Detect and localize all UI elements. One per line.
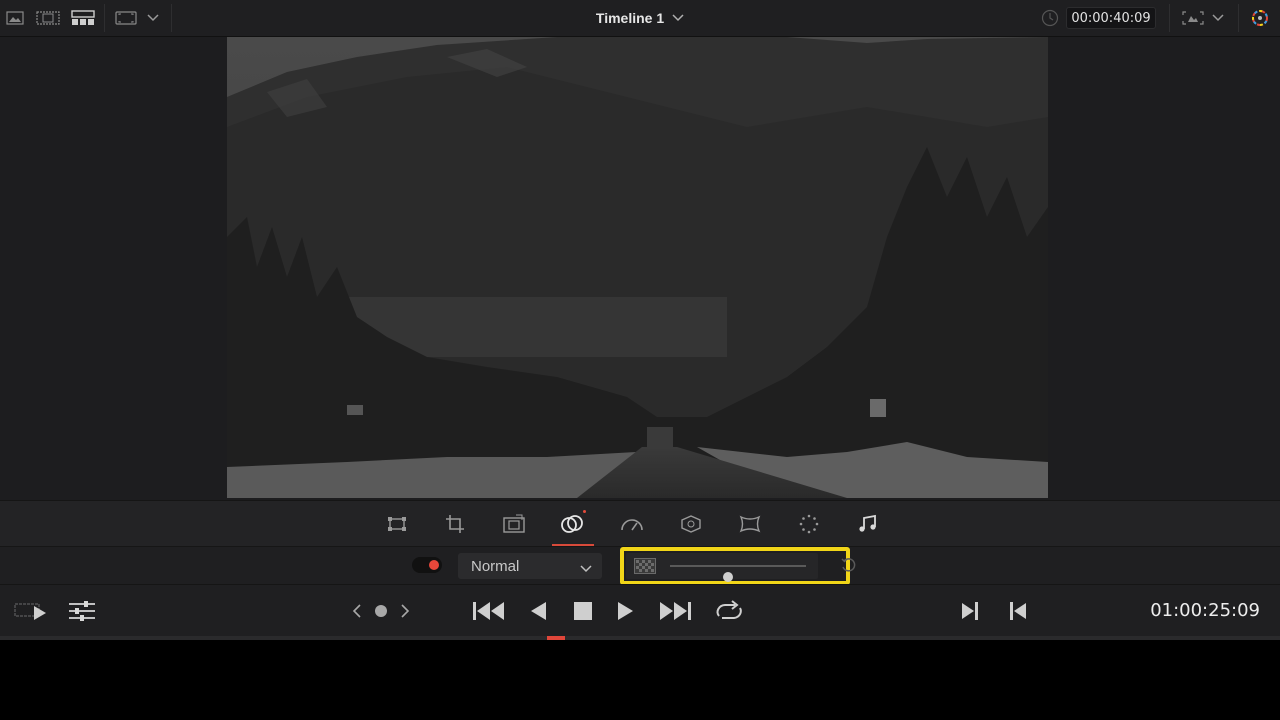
- toggle-knob: [429, 560, 439, 570]
- source-timecode: 00:00:40:09: [1066, 7, 1156, 29]
- viewer-header: Timeline 1 00:00:40:09: [0, 0, 1280, 37]
- crop-icon[interactable]: [443, 512, 467, 536]
- previous-edit-icon[interactable]: [1008, 599, 1028, 623]
- composite-mode-select[interactable]: Normal: [458, 553, 602, 579]
- timeline-title[interactable]: Timeline 1: [596, 10, 664, 26]
- opacity-slider-handle[interactable]: [723, 572, 734, 582]
- next-edit-icon[interactable]: [960, 599, 980, 623]
- layout-icon[interactable]: [71, 9, 95, 27]
- play-reverse-icon[interactable]: [528, 599, 548, 623]
- timeline-area: [0, 640, 1280, 720]
- viewer-panel: [0, 37, 1280, 500]
- play-icon[interactable]: [616, 599, 636, 623]
- composite-icon[interactable]: [560, 512, 584, 536]
- prev-keyframe-icon[interactable]: [350, 599, 364, 623]
- opacity-highlight: [620, 547, 850, 585]
- audio-icon[interactable]: [856, 512, 880, 536]
- opacity-checker-icon: [634, 558, 656, 579]
- reset-icon[interactable]: [840, 557, 858, 580]
- settings-sliders-icon[interactable]: [68, 599, 96, 623]
- composite-controls: Normal: [0, 546, 1280, 585]
- timecode-clock-icon[interactable]: [1040, 9, 1060, 27]
- opacity-control: [626, 553, 818, 582]
- retime-icon[interactable]: [797, 512, 821, 536]
- transform-overlay-icon[interactable]: [1181, 9, 1205, 27]
- media-pool-icon[interactable]: [6, 9, 24, 27]
- speed-change-icon[interactable]: [620, 512, 644, 536]
- divider: [171, 4, 172, 32]
- composite-mode-value: Normal: [471, 557, 520, 575]
- video-frame[interactable]: [227, 37, 1048, 498]
- modified-indicator: [583, 510, 586, 513]
- chevron-down-icon: [580, 560, 592, 577]
- go-to-start-icon[interactable]: [472, 599, 506, 623]
- go-to-end-icon[interactable]: [658, 599, 692, 623]
- stop-icon[interactable]: [572, 599, 594, 623]
- clip-view-icon[interactable]: [36, 9, 60, 27]
- chevron-down-icon[interactable]: [146, 9, 160, 27]
- clip-play-icon[interactable]: [14, 599, 48, 623]
- stabilization-icon[interactable]: [679, 512, 703, 536]
- record-timecode: 01:00:25:09: [1150, 600, 1260, 621]
- viewer-mode-icon[interactable]: [115, 9, 137, 27]
- dynamic-zoom-icon[interactable]: [502, 512, 526, 536]
- loop-icon[interactable]: [712, 599, 746, 623]
- opacity-slider-track[interactable]: [670, 565, 806, 582]
- keyframe-icon[interactable]: [373, 599, 389, 623]
- chevron-down-icon[interactable]: [1211, 9, 1225, 27]
- next-keyframe-icon[interactable]: [398, 599, 412, 623]
- viewer-tools-bar: [0, 500, 1280, 547]
- composite-enable-toggle[interactable]: [412, 557, 442, 573]
- timeline-chevron-icon[interactable]: [672, 14, 684, 22]
- color-wheel-icon[interactable]: [1250, 9, 1270, 27]
- divider: [1238, 4, 1239, 32]
- divider: [104, 4, 105, 32]
- divider: [1169, 4, 1170, 32]
- transport-bar: 01:00:25:09: [0, 584, 1280, 637]
- lens-correction-icon[interactable]: [738, 512, 762, 536]
- transform-icon[interactable]: [385, 512, 409, 536]
